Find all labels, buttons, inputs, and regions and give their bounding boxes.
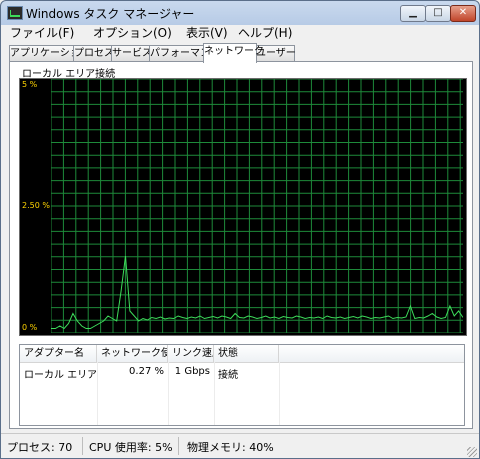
tab-services[interactable]: サービス [111,45,152,62]
minimize-button[interactable]: ▁ [400,5,426,22]
adapter-table-header: アダプター名 ネットワーク使用... リンク速度 状態 [20,345,464,363]
menu-bar: ファイル(F) オプション(O) 表示(V) ヘルプ(H) [3,25,477,43]
column-divider [279,362,280,425]
close-button[interactable]: ✕ [450,5,476,22]
task-manager-icon [7,6,23,20]
status-processes: プロセス: 70 [7,441,73,454]
menu-file[interactable]: ファイル(F) [10,25,74,42]
task-manager-window: Windows タスク マネージャー ▁ □ ✕ ファイル(F) オプション(O… [0,0,480,459]
networking-panel: ローカル エリア接続 5 % 2.50 % 0 % アダプター名 ネットワーク使… [9,61,473,429]
header-link-speed[interactable]: リンク速度 [168,345,214,362]
maximize-button[interactable]: □ [425,5,451,22]
window-title: Windows タスク マネージャー [26,7,195,21]
title-bar[interactable]: Windows タスク マネージャー ▁ □ ✕ [1,1,479,25]
tab-processes[interactable]: プロセス [73,45,114,62]
scale-mid-label: 2.50 % [22,201,50,210]
menu-help[interactable]: ヘルプ(H) [238,25,292,42]
close-icon: ✕ [458,7,468,18]
status-cpu: CPU 使用率: 5% [89,441,173,454]
scale-bottom-label: 0 % [22,323,38,332]
minimize-icon: ▁ [409,7,417,18]
tab-strip: アプリケーション プロセス サービス パフォーマンス ネットワーク ユーザー [9,43,473,63]
network-graph: 5 % 2.50 % 0 % [19,78,467,336]
header-state[interactable]: 状態 [214,345,279,362]
resize-grip[interactable] [467,447,477,457]
status-divider [178,437,179,455]
status-bar: プロセス: 70 CPU 使用率: 5% 物理メモリ: 40% [1,433,479,458]
tab-performance[interactable]: パフォーマンス [149,45,220,62]
status-memory: 物理メモリ: 40% [187,441,274,454]
status-divider [82,437,83,455]
tab-networking[interactable]: ネットワーク [203,43,264,63]
utilization-cell: 0.27 % [129,366,164,377]
scale-top-label: 5 % [22,80,38,89]
state-cell: 接続 [218,370,238,381]
header-adapter-name[interactable]: アダプター名 [20,345,97,362]
menu-options[interactable]: オプション(O) [93,25,172,42]
column-divider [168,362,169,425]
tab-applications[interactable]: アプリケーション [9,45,90,62]
column-divider [214,362,215,425]
adapter-table: アダプター名 ネットワーク使用... リンク速度 状態 ローカル エリア接...… [19,344,465,426]
header-network-utilization[interactable]: ネットワーク使用... [97,345,168,362]
menu-view[interactable]: 表示(V) [186,25,228,42]
adapter-name-cell: ローカル エリア接... [24,370,96,381]
link-speed-cell: 1 Gbps [174,366,210,377]
column-divider [97,362,98,425]
network-graph-plot [51,79,463,333]
maximize-icon: □ [433,7,443,18]
